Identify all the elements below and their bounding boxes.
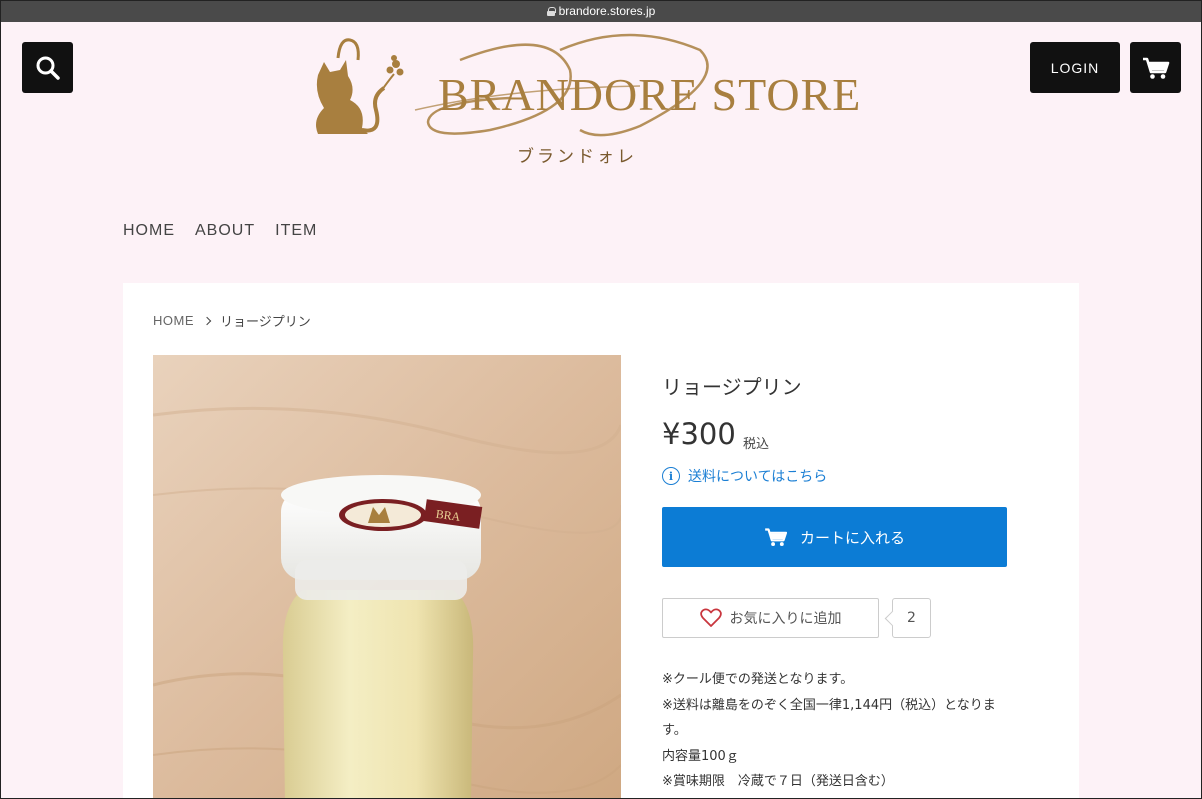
cart-icon <box>765 528 788 546</box>
cart-icon <box>1142 57 1169 79</box>
logo-text: BRANDORE STORE <box>438 69 862 120</box>
description-line: 内容量100ｇ <box>662 748 739 764</box>
shipping-link-text: 送料についてはこちら <box>688 469 828 485</box>
add-to-cart-label: カートに入れる <box>799 528 905 547</box>
tax-label: 税込 <box>743 437 770 452</box>
description-line: ※賞味期限 冷蔵で７日（発送日含む） <box>662 774 894 789</box>
add-to-cart-button[interactable]: カートに入れる <box>662 507 1007 567</box>
nav-item-home[interactable]: HOME <box>123 222 175 240</box>
search-icon <box>36 56 60 80</box>
search-button[interactable] <box>22 42 73 93</box>
description-line: ※送料は離島をのぞく全国一律1,144円（税込）となりま <box>662 697 996 713</box>
favorite-label: お気に入りに追加 <box>729 611 842 627</box>
store-logo[interactable]: BRANDORE STORE ブランドォレ <box>310 30 900 175</box>
logo-subtext: ブランドォレ <box>517 147 637 167</box>
favorite-count: 2 <box>892 598 931 638</box>
heart-icon <box>699 608 722 627</box>
info-icon: i <box>662 467 680 485</box>
product-price: ¥300 <box>662 417 736 451</box>
main-nav: HOME ABOUT ITEM <box>123 222 317 240</box>
breadcrumb-current: リョージプリン <box>220 315 311 330</box>
browser-url-bar[interactable]: brandore.stores.jp <box>0 0 1202 22</box>
pudding-jar-image: BRA <box>153 355 621 799</box>
nav-item-about[interactable]: ABOUT <box>195 222 255 240</box>
add-favorite-button[interactable]: お気に入りに追加 <box>662 598 879 638</box>
chevron-right-icon <box>202 316 212 325</box>
description-line: ※クール便での発送となります。 <box>662 672 854 687</box>
lock-icon <box>546 6 556 16</box>
url-text: brandore.stores.jp <box>558 4 656 18</box>
login-button[interactable]: LOGIN <box>1030 42 1120 93</box>
breadcrumb-home[interactable]: HOME <box>153 313 194 328</box>
product-description: ※クール便での発送となります。 ※送料は離島をのぞく全国一律1,144円（税込）… <box>662 667 1052 795</box>
product-title: リョージプリン <box>662 375 802 399</box>
product-image[interactable]: BRA <box>153 355 621 799</box>
cart-button[interactable] <box>1130 42 1181 93</box>
shipping-info-link[interactable]: i 送料についてはこちら <box>662 466 827 486</box>
product-card: HOME リョージプリン BRA リョージプリン ¥300 税込 i 送料につい… <box>123 283 1079 799</box>
nav-item-item[interactable]: ITEM <box>275 222 317 240</box>
breadcrumb: HOME リョージプリン <box>153 311 311 330</box>
description-line: す。 <box>662 723 687 738</box>
